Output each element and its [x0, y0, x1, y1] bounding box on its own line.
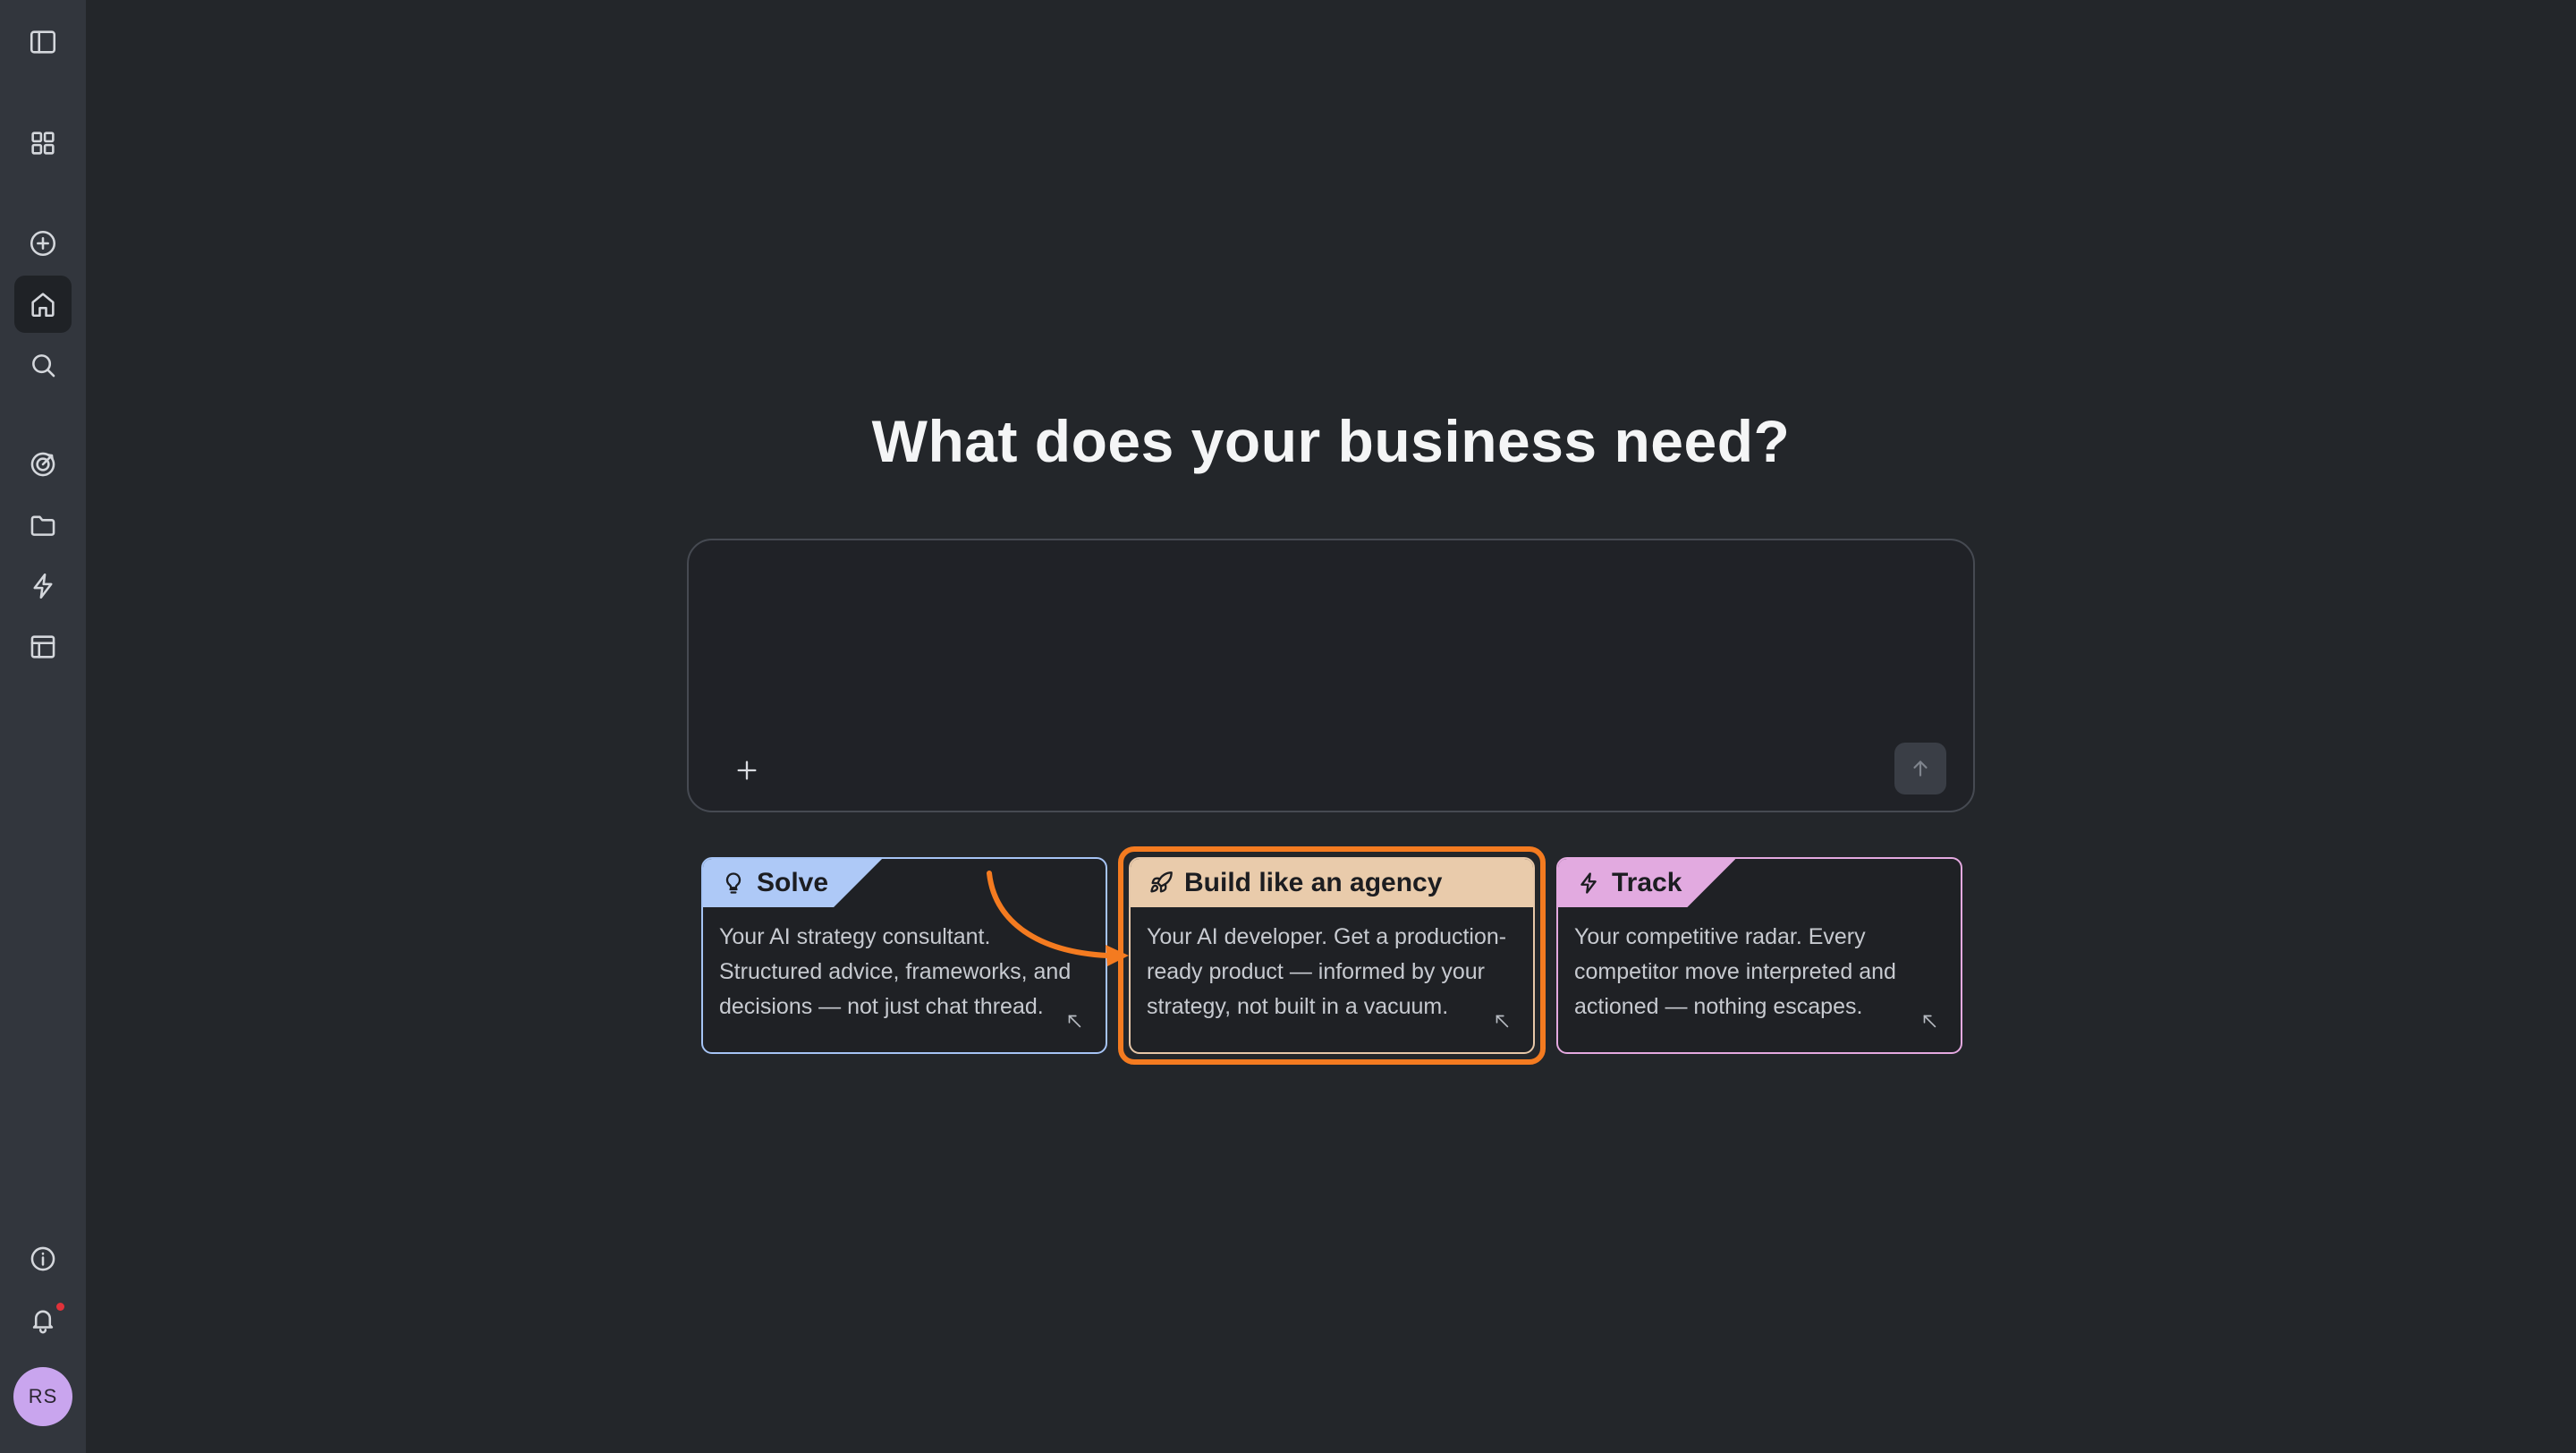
- card-solve-description: Your AI strategy consultant. Structured …: [719, 924, 1072, 1019]
- sidebar-item-goals[interactable]: [14, 436, 72, 493]
- plus-icon: [737, 760, 757, 780]
- bell-icon: [32, 1310, 54, 1334]
- lightbulb-icon: [721, 871, 746, 896]
- card-build-header: Build like an agency: [1131, 859, 1533, 907]
- sidebar-item-home[interactable]: [14, 276, 72, 333]
- sidebar-item-info[interactable]: [14, 1230, 72, 1287]
- lightning-icon: [33, 573, 53, 599]
- prompt-input[interactable]: [719, 567, 1936, 719]
- folder-icon: [30, 515, 55, 536]
- info-icon: [30, 1246, 55, 1271]
- rocket-icon: [1150, 871, 1173, 893]
- card-build-label: Build like an agency: [1184, 868, 1443, 897]
- sidebar-item-automations[interactable]: [14, 557, 72, 615]
- sidebar-item-files[interactable]: [14, 497, 72, 554]
- sidebar-toggle-icon: [30, 30, 56, 54]
- attach-button[interactable]: [723, 746, 771, 794]
- card-track-label: Track: [1612, 868, 1682, 897]
- sidebar-item-search[interactable]: [14, 336, 72, 394]
- card-track-description: Your competitive radar. Every competitor…: [1574, 924, 1896, 1019]
- app-root: RS What does your business need? Solve Y…: [0, 0, 2576, 1453]
- sidebar: RS: [0, 0, 86, 1453]
- card-build[interactable]: Build like an agency Your AI developer. …: [1129, 857, 1535, 1054]
- card-solve[interactable]: Solve Your AI strategy consultant. Struc…: [701, 857, 1107, 1054]
- prompt-composer: [687, 539, 1975, 812]
- card-build-description: Your AI developer. Get a production-read…: [1147, 924, 1507, 1019]
- send-button[interactable]: [1894, 743, 1946, 794]
- card-track-header: Track: [1558, 859, 1735, 907]
- target-icon: [30, 452, 55, 477]
- arrow-up-left-icon: [1492, 1011, 1512, 1031]
- grid-icon: [31, 132, 55, 155]
- arrow-up-left-icon: [1064, 1011, 1084, 1031]
- layout-icon: [30, 635, 55, 659]
- avatar[interactable]: RS: [13, 1367, 72, 1426]
- lightning-icon: [1576, 871, 1601, 896]
- search-icon: [32, 354, 55, 378]
- card-track[interactable]: Track Your competitive radar. Every comp…: [1556, 857, 1962, 1054]
- plus-circle-icon: [30, 230, 56, 257]
- home-icon: [31, 293, 55, 318]
- sidebar-item-new[interactable]: [14, 215, 72, 272]
- card-solve-label: Solve: [757, 868, 829, 897]
- card-solve-header: Solve: [703, 859, 882, 907]
- page-title: What does your business need?: [871, 408, 1791, 474]
- notification-dot: [56, 1303, 64, 1311]
- arrow-up-icon: [1913, 760, 1928, 777]
- sidebar-toggle-button[interactable]: [14, 13, 72, 71]
- sidebar-item-layout[interactable]: [14, 618, 72, 676]
- sidebar-item-notifications[interactable]: [14, 1291, 72, 1348]
- sidebar-item-apps[interactable]: [14, 115, 72, 172]
- arrow-up-left-icon: [1919, 1011, 1939, 1031]
